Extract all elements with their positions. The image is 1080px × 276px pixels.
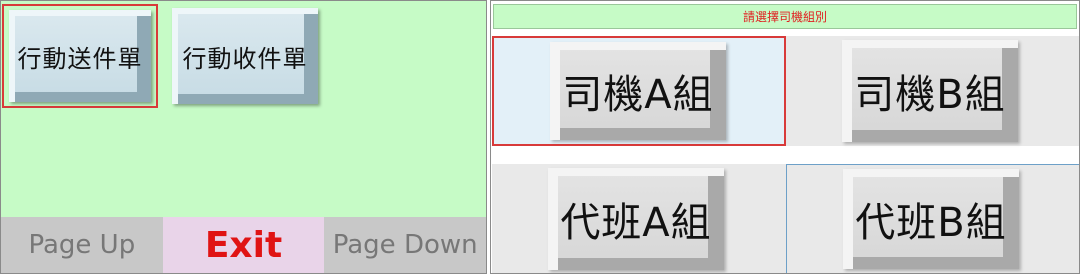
page-down-button[interactable]: Page Down (324, 217, 486, 273)
driver-group-a-label: 司機A組 (562, 72, 714, 118)
driver-group-b-face[interactable]: 司機B組 (842, 40, 1018, 142)
mobile-receive-form-label: 行動收件單 (182, 44, 308, 73)
driver-group-title: 請選擇司機組別 (742, 10, 827, 24)
substitute-group-a-face[interactable]: 代班A組 (548, 168, 724, 270)
driver-group-header: 請選擇司機組別 (493, 4, 1077, 29)
exit-button[interactable]: Exit (162, 217, 325, 273)
substitute-group-a-label: 代班A組 (560, 200, 712, 246)
left-panel: 行動送件單 行動收件單 Page Up Exit Page Down (0, 0, 487, 274)
mobile-send-form-label: 行動送件單 (17, 44, 143, 73)
mobile-send-form-button[interactable]: 行動送件單 (2, 4, 158, 108)
substitute-group-b-button[interactable]: 代班B組 (786, 164, 1079, 273)
substitute-group-a-button[interactable]: 代班A組 (492, 164, 786, 273)
mobile-receive-form-button[interactable]: 行動收件單 (167, 4, 323, 108)
substitute-group-b-label: 代班B組 (855, 200, 1007, 246)
driver-group-b-button[interactable]: 司機B組 (786, 36, 1079, 146)
footer-nav: Page Up Exit Page Down (1, 217, 486, 273)
page-up-button[interactable]: Page Up (1, 217, 163, 273)
driver-group-a-button[interactable]: 司機A組 (492, 36, 786, 146)
driver-group-b-label: 司機B組 (854, 72, 1006, 118)
mobile-send-form-face[interactable]: 行動送件單 (9, 10, 151, 102)
right-panel: 請選擇司機組別 司機A組 司機B組 代班A組 代班B組 (490, 0, 1080, 274)
substitute-group-b-face[interactable]: 代班B組 (843, 169, 1019, 269)
driver-group-a-face[interactable]: 司機A組 (550, 42, 726, 140)
mobile-receive-form-face[interactable]: 行動收件單 (172, 8, 318, 104)
